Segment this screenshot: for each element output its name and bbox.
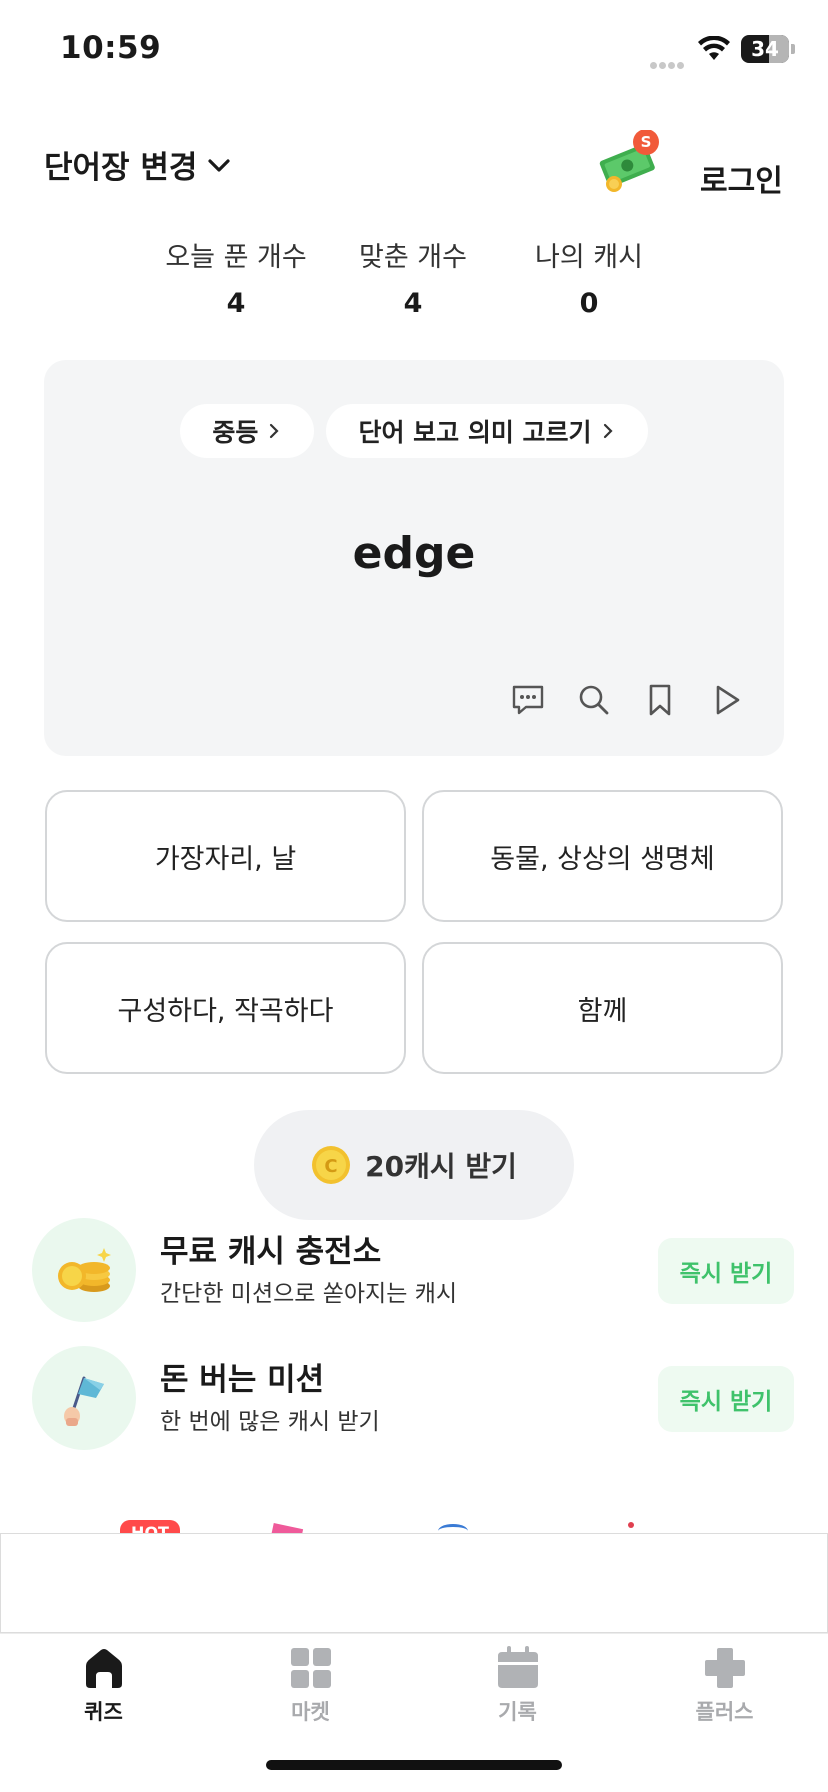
carousel-item-icon xyxy=(628,1522,634,1528)
coin-icon: C xyxy=(312,1146,351,1184)
cellular-signal-icon xyxy=(650,54,690,69)
tab-records[interactable]: 기록 xyxy=(414,1646,621,1726)
search-icon[interactable] xyxy=(576,682,612,718)
stat-solved-today: 오늘 푼 개수 4 xyxy=(151,235,321,319)
answer-option[interactable]: 구성하다, 작곡하다 xyxy=(45,942,406,1074)
stat-correct: 맞춘 개수 4 xyxy=(328,235,498,319)
stat-label: 맞춘 개수 xyxy=(359,242,467,273)
tab-label: 기록 xyxy=(498,1700,537,1724)
mission-title: 돈 버는 미션 xyxy=(160,1362,325,1398)
mode-chip[interactable]: 단어 보고 의미 고르기 xyxy=(326,404,648,458)
chevron-down-icon xyxy=(208,158,231,172)
battery-level: 34 xyxy=(751,37,779,61)
mission-earn-money[interactable]: 돈 버는 미션 한 번에 많은 캐시 받기 즉시 받기 xyxy=(0,1346,828,1456)
stat-label: 나의 캐시 xyxy=(535,242,643,273)
grid-icon xyxy=(290,1648,331,1688)
header: 단어장 변경 S 로그인 xyxy=(0,130,828,210)
stats-row: 오늘 푼 개수 4 맞춘 개수 4 나의 캐시 0 xyxy=(0,235,828,319)
battery-tip xyxy=(791,44,795,54)
card-actions xyxy=(510,682,744,718)
login-link[interactable]: 로그인 xyxy=(700,156,783,200)
get-cash-label: 20캐시 받기 xyxy=(365,1150,517,1183)
stat-value: 4 xyxy=(403,288,423,319)
chevron-right-icon xyxy=(603,423,613,439)
cash-money-icon[interactable]: S xyxy=(594,130,668,194)
level-chip-label: 중등 xyxy=(212,418,259,447)
chevron-right-icon xyxy=(270,423,279,439)
mode-chip-label: 단어 보고 의미 고르기 xyxy=(358,418,592,447)
bookmark-icon[interactable] xyxy=(642,682,678,718)
tab-plus[interactable]: 플러스 xyxy=(621,1646,828,1726)
mission-subtitle: 한 번에 많은 캐시 받기 xyxy=(160,1409,380,1435)
quiz-chips: 중등 단어 보고 의미 고르기 xyxy=(44,404,784,458)
tab-quiz[interactable]: 퀴즈 xyxy=(0,1646,207,1726)
status-time: 10:59 xyxy=(60,30,162,66)
plus-icon xyxy=(704,1648,745,1688)
cash-badge: S xyxy=(641,133,652,151)
claim-now-button[interactable]: 즉시 받기 xyxy=(658,1366,794,1432)
wordbook-change-button[interactable]: 단어장 변경 xyxy=(44,142,233,187)
level-chip[interactable]: 중등 xyxy=(180,404,315,458)
stat-label: 오늘 푼 개수 xyxy=(165,242,307,273)
home-icon xyxy=(85,1649,122,1688)
wordbook-change-label: 단어장 변경 xyxy=(44,150,198,186)
stat-my-cash: 나의 캐시 0 xyxy=(504,235,674,319)
ad-banner[interactable] xyxy=(0,1533,828,1633)
tab-label: 퀴즈 xyxy=(84,1700,123,1724)
answer-option[interactable]: 가장자리, 날 xyxy=(45,790,406,922)
calendar-icon xyxy=(497,1646,538,1688)
quiz-card: 중등 단어 보고 의미 고르기 edge xyxy=(44,360,784,756)
mission-title: 무료 캐시 충전소 xyxy=(160,1234,382,1270)
answer-option[interactable]: 함께 xyxy=(422,942,783,1074)
quiz-word: edge xyxy=(352,528,476,579)
stat-value: 0 xyxy=(579,288,599,319)
tab-market[interactable]: 마켓 xyxy=(207,1646,414,1726)
coins-icon xyxy=(32,1218,136,1322)
wifi-icon xyxy=(698,36,730,60)
comment-icon[interactable] xyxy=(510,682,546,718)
tab-label: 플러스 xyxy=(695,1700,754,1724)
status-bar: 10:59 34 xyxy=(0,0,828,100)
answer-option[interactable]: 동물, 상상의 생명체 xyxy=(422,790,783,922)
play-icon[interactable] xyxy=(708,682,744,718)
stat-value: 4 xyxy=(226,288,246,319)
flag-icon xyxy=(32,1346,136,1450)
claim-now-button[interactable]: 즉시 받기 xyxy=(658,1238,794,1304)
coin-letter: C xyxy=(325,1156,338,1177)
get-cash-button[interactable]: C 20캐시 받기 xyxy=(254,1110,574,1220)
tab-label: 마켓 xyxy=(291,1700,330,1724)
mission-subtitle: 간단한 미션으로 쏟아지는 캐시 xyxy=(160,1281,458,1307)
mission-free-cash[interactable]: 무료 캐시 충전소 간단한 미션으로 쏟아지는 캐시 즉시 받기 xyxy=(0,1218,828,1328)
battery-icon: 34 xyxy=(741,35,789,63)
home-indicator xyxy=(266,1760,562,1770)
